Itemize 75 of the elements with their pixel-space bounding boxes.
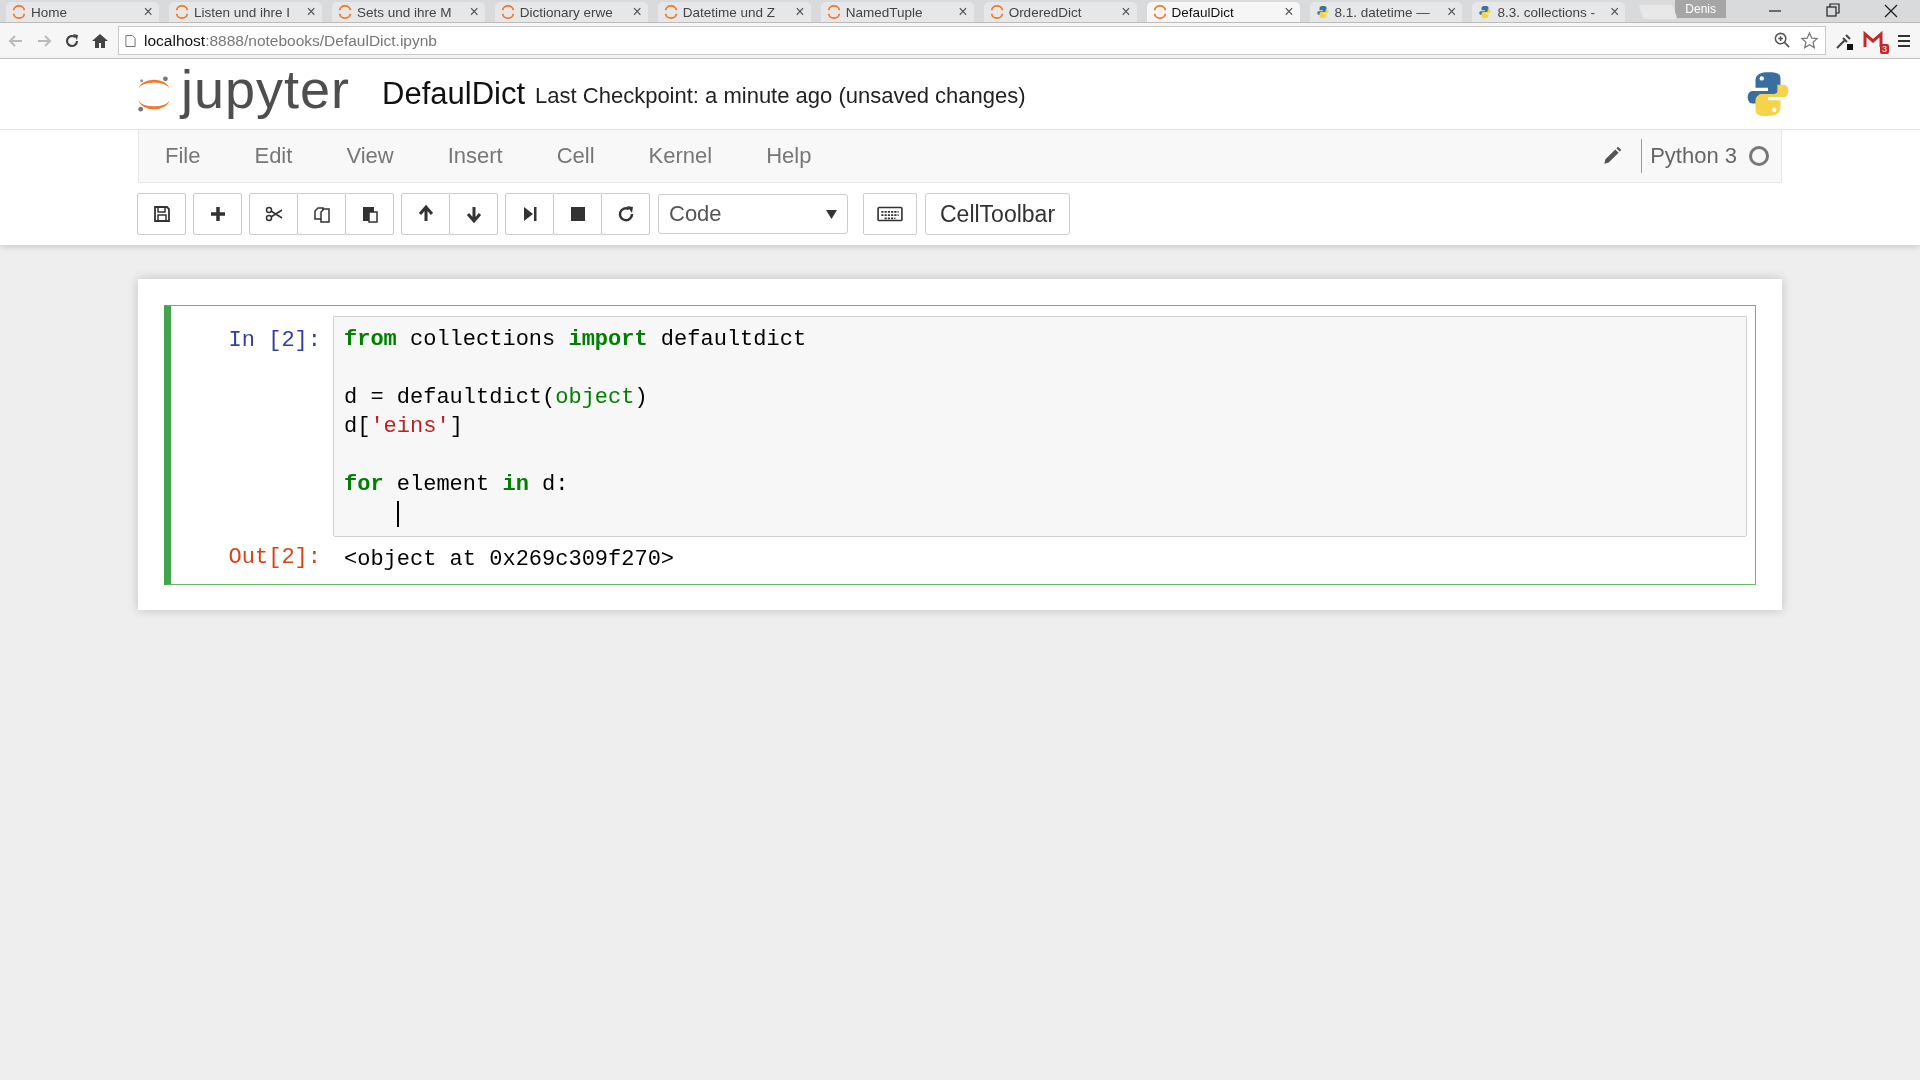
tab-close[interactable]: × <box>1284 3 1294 21</box>
caret-icon <box>826 209 837 219</box>
ring-icon <box>989 5 1004 19</box>
browser-tab[interactable]: 8.3. collections - × <box>1472 2 1626 22</box>
cell-output: <object at 0x269c309f270> <box>343 546 676 574</box>
notebook-title[interactable]: DefaulDict <box>382 76 526 112</box>
code-line: d['eins'] <box>344 413 463 441</box>
stop-button[interactable] <box>553 193 602 235</box>
output-prompt: Out[2]: <box>227 544 322 572</box>
code-line: for element in d: <box>344 471 569 499</box>
celltoolbar-button[interactable]: CellToolbar <box>925 193 1071 235</box>
ring-icon <box>500 5 515 19</box>
address-field[interactable]: localhost:8888/notebooks/DefaulDict.ipynb <box>118 26 1826 55</box>
run-button[interactable] <box>505 193 554 235</box>
tab-close[interactable]: × <box>632 3 642 21</box>
tab-close[interactable]: × <box>1121 3 1131 21</box>
tab-close[interactable]: × <box>306 3 316 21</box>
pencil-icon[interactable] <box>1601 145 1624 167</box>
star-icon[interactable] <box>1800 31 1819 50</box>
mail-icon[interactable] <box>1862 29 1884 50</box>
menu-item[interactable]: Help <box>766 143 812 169</box>
menu-item[interactable]: Insert <box>447 143 503 169</box>
tab-close[interactable]: × <box>958 3 968 21</box>
move-down-button[interactable] <box>449 193 498 235</box>
tab-close[interactable]: × <box>469 3 479 21</box>
ring-icon <box>12 5 26 19</box>
logo-text[interactable]: jupyter <box>181 62 351 126</box>
copy-button[interactable] <box>297 193 346 235</box>
browser-tab[interactable]: Datetime und Z × <box>657 2 811 22</box>
browser-tab[interactable]: Home × <box>6 2 159 22</box>
keyboard-icon <box>877 205 903 223</box>
python-icon <box>1315 5 1330 19</box>
menu-item[interactable]: Edit <box>254 143 293 169</box>
ring-icon <box>1152 5 1167 19</box>
ring-icon <box>337 5 352 19</box>
ring-icon <box>826 5 841 19</box>
kernel-name: Python 3 <box>1650 143 1737 169</box>
code-editor[interactable]: from collections import defaultdict d = defaultdict(object) d['eins'] for element in d: <box>333 316 1747 537</box>
browser-tab[interactable]: DefaulDict × <box>1146 2 1300 22</box>
scissors-icon <box>263 204 284 224</box>
move-up-button[interactable] <box>401 193 450 235</box>
browser-tab[interactable]: NamedTuple × <box>820 2 974 22</box>
menu-item[interactable]: File <box>165 143 201 169</box>
mail-count: 3 <box>1880 43 1889 54</box>
checkpoint-status: Last Checkpoint: a minute ago (unsaved changes) <box>535 82 1026 109</box>
add-cell-button[interactable] <box>193 193 242 235</box>
copy-icon <box>311 204 332 224</box>
browser-tab[interactable]: OrderedDict × <box>983 2 1137 22</box>
tab-close[interactable]: × <box>1610 3 1620 21</box>
ring-icon <box>174 5 189 19</box>
cell-type-dropdown[interactable]: Code <box>658 194 848 234</box>
tab-close[interactable]: × <box>143 3 153 21</box>
menu-item[interactable]: View <box>346 143 394 169</box>
browser-tab[interactable]: Sets und ihre M × <box>331 2 485 22</box>
keyboard-button[interactable] <box>863 193 917 235</box>
save-button[interactable] <box>137 193 186 235</box>
code-line: from collections import defaultdict <box>344 326 807 354</box>
menu-item[interactable]: Cell <box>556 143 595 169</box>
code-cell[interactable]: In [2]: from collections import defaultdict d = defaultdict(object) d['eins'] for element in d: Out[2]: <object at 0x269c309f270> <box>164 305 1756 585</box>
ring-icon <box>663 5 678 19</box>
cut-button[interactable] <box>249 193 298 235</box>
input-prompt: In [2]: <box>227 327 322 355</box>
browser-tab[interactable]: 8.1. datetime — × <box>1309 2 1463 22</box>
zoom-icon[interactable] <box>1773 31 1792 50</box>
menu-item[interactable]: Kernel <box>648 143 713 169</box>
paste-button[interactable] <box>345 193 394 235</box>
restart-button[interactable] <box>601 193 650 235</box>
tab-close[interactable]: × <box>795 3 805 21</box>
browser-tab[interactable]: Listen und ihre I × <box>168 2 322 22</box>
browser-tab[interactable]: Dictionary erwe × <box>494 2 648 22</box>
code-line: d = defaultdict(object) <box>344 384 648 412</box>
tab-close[interactable]: × <box>1447 3 1457 21</box>
floppy-icon <box>151 204 172 224</box>
python-icon <box>1478 5 1493 19</box>
page-icon <box>125 33 136 48</box>
